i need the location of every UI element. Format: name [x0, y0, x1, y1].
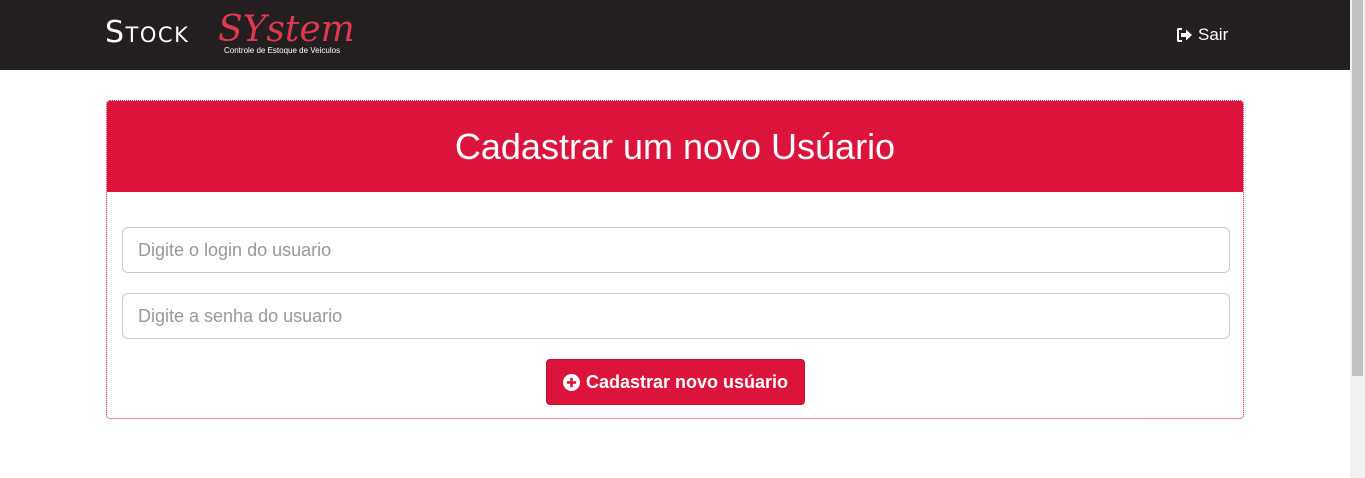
brand-word-stock: Stock — [105, 15, 190, 50]
sign-out-icon — [1177, 28, 1192, 42]
panel-title: Cadastrar um novo Usúario — [454, 125, 896, 167]
password-input[interactable] — [122, 293, 1230, 339]
panel-header: Cadastrar um novo Usúario — [107, 101, 1243, 192]
brand-subtitle: Controle de Estoque de Veiculos — [224, 46, 341, 55]
register-user-button-label: Cadastrar novo usúario — [585, 371, 789, 392]
login-input[interactable] — [122, 227, 1230, 273]
plus-circle-icon — [562, 373, 580, 391]
register-user-button[interactable]: Cadastrar novo usúario — [546, 359, 805, 405]
brand-word-system: SYstem — [218, 9, 355, 50]
scrollbar-thumb[interactable] — [1352, 0, 1363, 376]
logout-label: Sair — [1198, 25, 1229, 44]
brand-logo[interactable]: Stock SYstem Controle de Estoque de Veic… — [105, 10, 355, 60]
vertical-scrollbar[interactable] — [1350, 0, 1365, 478]
register-user-panel: Cadastrar um novo Usúario Cadastrar novo… — [106, 100, 1244, 419]
top-navbar: Stock SYstem Controle de Estoque de Veic… — [0, 0, 1350, 70]
logout-link[interactable]: Sair — [1176, 24, 1228, 46]
